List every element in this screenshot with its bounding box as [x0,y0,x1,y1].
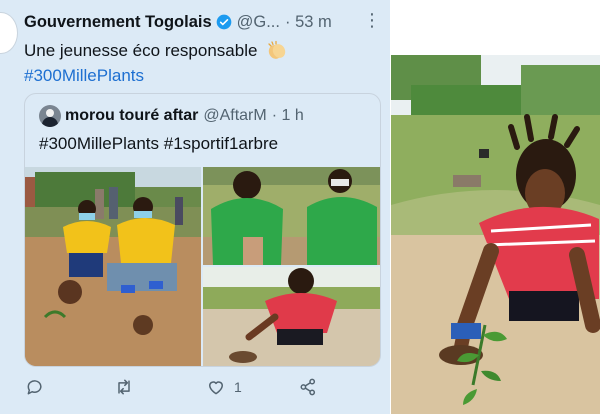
quoted-author-avatar[interactable] [39,105,61,127]
quoted-tweet-text: #300MillePlants #1sportif1arbre [39,134,279,153]
like-count: 1 [234,379,242,395]
like-icon [209,381,223,395]
reply-button[interactable] [25,376,45,398]
reply-icon [27,380,42,395]
author-handle[interactable]: @G... [237,13,280,32]
share-button[interactable] [298,376,318,398]
tweet-body: Une jeunesse éco responsable [24,41,258,60]
clapping-hands-emoji [268,40,286,59]
retweet-icon [118,379,130,395]
more-options-icon[interactable]: ⋮ [363,10,381,31]
verified-badge-icon [216,14,231,30]
quoted-tweet-time[interactable]: · 1 h [272,107,304,125]
quoted-author-handle[interactable]: @AftarM [203,107,266,125]
tweet-text: Une jeunesse éco responsable #300MillePl… [24,38,288,88]
quoted-tweet-header: morou touré aftar @AftarM · 1 h [65,105,304,127]
photo-planting-yellow-jerseys[interactable] [25,167,201,366]
tweet-card[interactable]: Gouvernement Togolais @G... · 53 m ⋮ Une… [0,0,390,414]
quoted-author-name[interactable]: morou touré aftar [65,107,198,125]
photo-red-jersey-small[interactable] [203,267,380,366]
retweet-button[interactable] [114,376,134,398]
hashtag-link[interactable]: #300MillePlants [24,66,144,85]
quoted-tweet[interactable]: morou touré aftar @AftarM · 1 h #300Mill… [24,93,381,367]
tweet-time[interactable]: · 53 m [285,13,332,32]
author-name[interactable]: Gouvernement Togolais [24,13,212,32]
share-icon [300,378,316,396]
author-avatar[interactable] [0,12,18,54]
photo-red-jersey-large [391,55,600,414]
photo-green-shirts[interactable] [203,167,380,265]
tweet-header: Gouvernement Togolais @G... · 53 m ⋮ [24,10,381,34]
like-button[interactable]: 1 [206,376,242,398]
